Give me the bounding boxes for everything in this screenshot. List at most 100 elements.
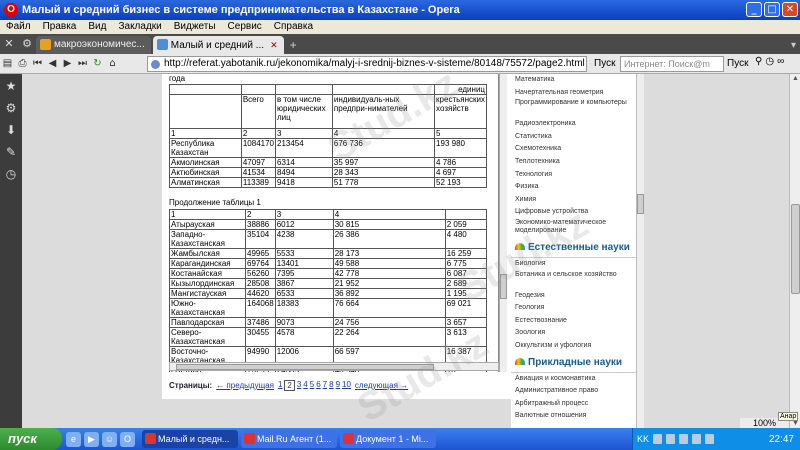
tab-close-icon[interactable]: ✕: [270, 40, 278, 50]
glasses-icon[interactable]: ∞: [777, 56, 784, 67]
page-link-4[interactable]: 4: [303, 380, 307, 391]
media-icon[interactable]: ▶: [84, 431, 99, 447]
category-link[interactable]: Ботаника и сельское хозяйство: [511, 271, 636, 290]
category-link[interactable]: Авиация и космонавтика: [511, 373, 636, 386]
category-link[interactable]: Геология: [511, 302, 636, 315]
tab-list-button[interactable]: ▾: [787, 40, 800, 54]
category-link[interactable]: Оккультизм и уфология: [511, 340, 636, 353]
scroll-thumb[interactable]: [791, 204, 800, 294]
category-link[interactable]: Административное право: [511, 385, 636, 398]
category-link[interactable]: Статистика: [511, 131, 636, 144]
category-link[interactable]: Схемотехника: [511, 143, 636, 156]
page-link-8[interactable]: 8: [329, 380, 333, 391]
table-scroll-area[interactable]: года единиц Всего в том числе юридических …: [169, 74, 499, 372]
page-link-2[interactable]: 2: [284, 380, 295, 391]
clock-icon[interactable]: ◷: [765, 56, 774, 67]
category-link[interactable]: Экономико-математическое моделирование: [511, 219, 636, 238]
sidebar-scrollbar[interactable]: [636, 74, 644, 428]
table-vertical-scrollbar[interactable]: [499, 74, 507, 372]
bookmark-icon[interactable]: ▤: [0, 56, 15, 72]
menu-item-5[interactable]: Сервис: [222, 20, 268, 34]
page-link-7[interactable]: 7: [323, 380, 327, 391]
update-icon[interactable]: [692, 434, 702, 444]
security-icon[interactable]: [679, 434, 689, 444]
tab-1[interactable]: Малый и средний ... ✕: [152, 36, 284, 54]
language-indicator[interactable]: KK: [637, 434, 649, 444]
star-icon[interactable]: ★: [2, 78, 20, 94]
start-button[interactable]: пуск: [0, 428, 62, 450]
category-link[interactable]: Физика: [511, 181, 636, 194]
category-link[interactable]: Цифровые устройства: [511, 206, 636, 219]
gear-icon[interactable]: ⚙: [2, 100, 20, 116]
volume-icon[interactable]: [666, 434, 676, 444]
page-links: 1 2 3 4 5 6 7 8 9 10: [278, 380, 351, 391]
address-field[interactable]: http://referat.yabotanik.ru/jekonomika/m…: [147, 56, 587, 72]
speed-dial-icon[interactable]: ⚙: [19, 36, 35, 52]
tab-0[interactable]: макроэкономичес...: [36, 36, 151, 54]
go-button[interactable]: Пуск: [594, 58, 615, 69]
wand-icon[interactable]: ⚲: [755, 56, 762, 67]
category-link[interactable]: Валютные отношения: [511, 410, 636, 423]
menu-item-1[interactable]: Правка: [37, 20, 83, 34]
ie-icon[interactable]: e: [66, 431, 81, 447]
search-go-button[interactable]: Пуск: [727, 58, 748, 69]
page-link-5[interactable]: 5: [310, 380, 314, 391]
page-link-10[interactable]: 10: [342, 380, 351, 391]
page-link-9[interactable]: 9: [336, 380, 340, 391]
messenger-icon[interactable]: ☺: [102, 431, 117, 447]
menu-item-2[interactable]: Вид: [82, 20, 112, 34]
minimize-button[interactable]: _: [746, 2, 762, 17]
category-applied-sciences[interactable]: Прикладные науки: [511, 353, 636, 373]
fast-forward-icon[interactable]: ⏭: [75, 56, 90, 72]
category-link[interactable]: Зоология: [511, 327, 636, 340]
opera-icon[interactable]: O: [120, 431, 135, 447]
table-row: Костанайская 56260 7395 42 778 6 087: [169, 268, 488, 279]
page-scrollbar[interactable]: ▲ ▼: [789, 74, 800, 428]
home-icon[interactable]: ⌂: [105, 56, 120, 72]
category-link[interactable]: Арбитражный процесс: [511, 398, 636, 411]
network-icon[interactable]: [653, 434, 663, 444]
pager-prev-link[interactable]: ← предыдущая: [216, 381, 274, 390]
download-icon[interactable]: ⬇: [2, 122, 20, 138]
page-info-icon: [151, 60, 160, 69]
region-cell: Акмолинская: [169, 157, 242, 168]
close-button[interactable]: ✕: [782, 2, 798, 17]
tools-icon[interactable]: ✎: [2, 144, 20, 160]
maximize-button[interactable]: □: [764, 2, 780, 17]
menu-item-4[interactable]: Виджеты: [168, 20, 222, 34]
category-link[interactable]: Теплотехника: [511, 156, 636, 169]
search-field[interactable]: Интернет: Поиск@m: [620, 56, 724, 72]
category-link[interactable]: Начертательная геометрия: [511, 87, 636, 100]
page-link-6[interactable]: 6: [316, 380, 320, 391]
taskbar-button-0[interactable]: Малый и средн...: [142, 430, 238, 448]
category-link[interactable]: Радиоэлектроника: [511, 118, 636, 131]
category-link[interactable]: Естествознание: [511, 315, 636, 328]
new-tab-button[interactable]: +: [286, 36, 301, 54]
history-icon[interactable]: ◷: [2, 166, 20, 182]
menu-item-6[interactable]: Справка: [268, 20, 319, 34]
print-icon[interactable]: ⎙: [15, 56, 30, 72]
menu-item-0[interactable]: Файл: [0, 20, 37, 34]
agent-icon[interactable]: [705, 434, 715, 444]
taskbar-button-1[interactable]: Mail.Ru Агент (1...: [241, 430, 337, 448]
reload-icon[interactable]: ↻: [90, 56, 105, 72]
rewind-icon[interactable]: ⏮: [30, 56, 45, 72]
category-link[interactable]: Программирование и компьютеры: [511, 99, 636, 118]
scroll-up-icon[interactable]: ▲: [791, 74, 800, 83]
back-icon[interactable]: ◀: [45, 56, 60, 72]
category-link[interactable]: Технология: [511, 169, 636, 182]
category-link[interactable]: Математика: [511, 74, 636, 87]
pager-next-link[interactable]: следующая →: [355, 381, 408, 390]
value-cell: 1 195: [444, 288, 488, 299]
category-natural-sciences[interactable]: Естественные науки: [511, 238, 636, 258]
table-horizontal-scrollbar[interactable]: [169, 362, 499, 371]
page-link-3[interactable]: 3: [297, 380, 301, 391]
page-link-1[interactable]: 1: [278, 380, 282, 391]
forward-icon[interactable]: ▶: [60, 56, 75, 72]
taskbar-button-2[interactable]: Документ 1 - Mi...: [340, 430, 436, 448]
category-link[interactable]: Биология: [511, 258, 636, 271]
category-link[interactable]: Химия: [511, 194, 636, 207]
category-link[interactable]: Геодезия: [511, 290, 636, 303]
tools-icon[interactable]: ✕: [1, 36, 17, 52]
menu-item-3[interactable]: Закладки: [112, 20, 167, 34]
